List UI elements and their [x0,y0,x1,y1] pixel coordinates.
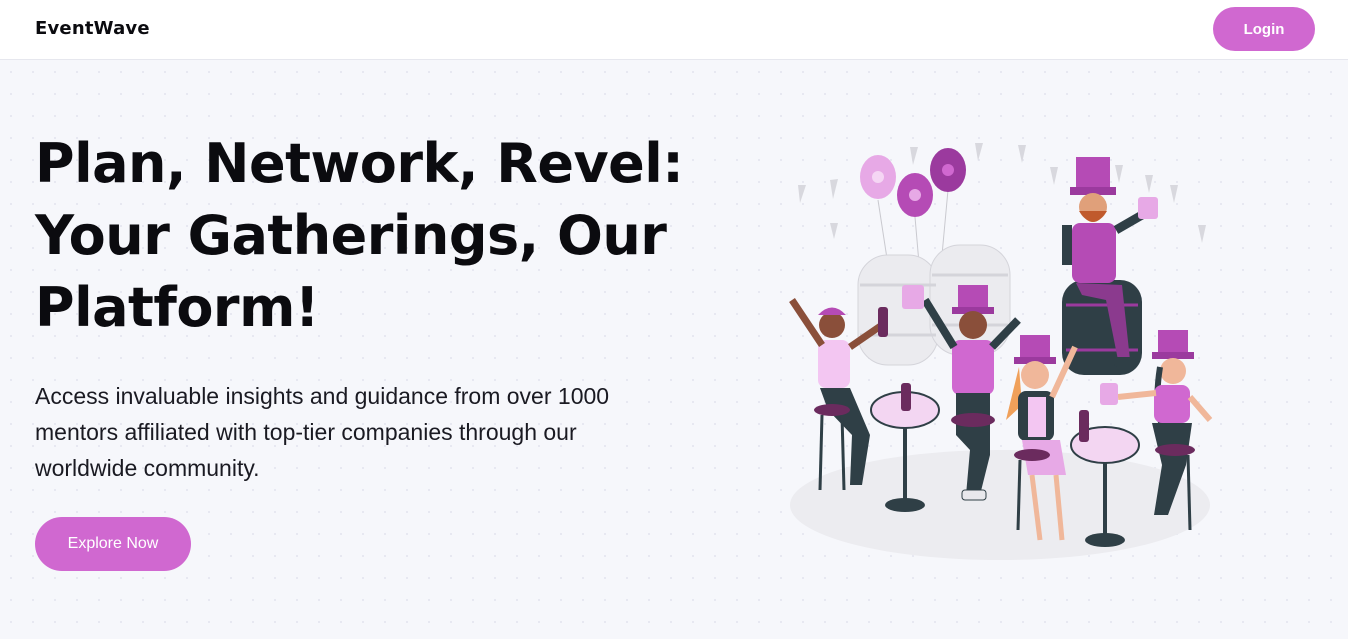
hero-subtext: Access invaluable insights and guidance … [35,378,675,486]
subtext-line-1: Access invaluable insights and guidance … [35,383,610,409]
party-illustration [789,143,1213,560]
bunting-flags [798,143,1206,243]
headline-line-1: Plan, Network, Revel: [35,132,684,195]
headline-line-3: Platform! [35,276,319,339]
login-button[interactable]: Login [1213,7,1315,51]
explore-now-button[interactable]: Explore Now [35,517,191,571]
hero-headline: Plan, Network, Revel: Your Gatherings, O… [35,128,715,344]
brand-logo[interactable]: EventWave [35,18,150,39]
top-navbar: EventWave Login [0,0,1348,60]
subtext-line-2: mentors affiliated with top-tier compani… [35,419,577,445]
subtext-line-3: worldwide community. [35,455,260,481]
headline-line-2: Your Gatherings, Our [35,204,667,267]
